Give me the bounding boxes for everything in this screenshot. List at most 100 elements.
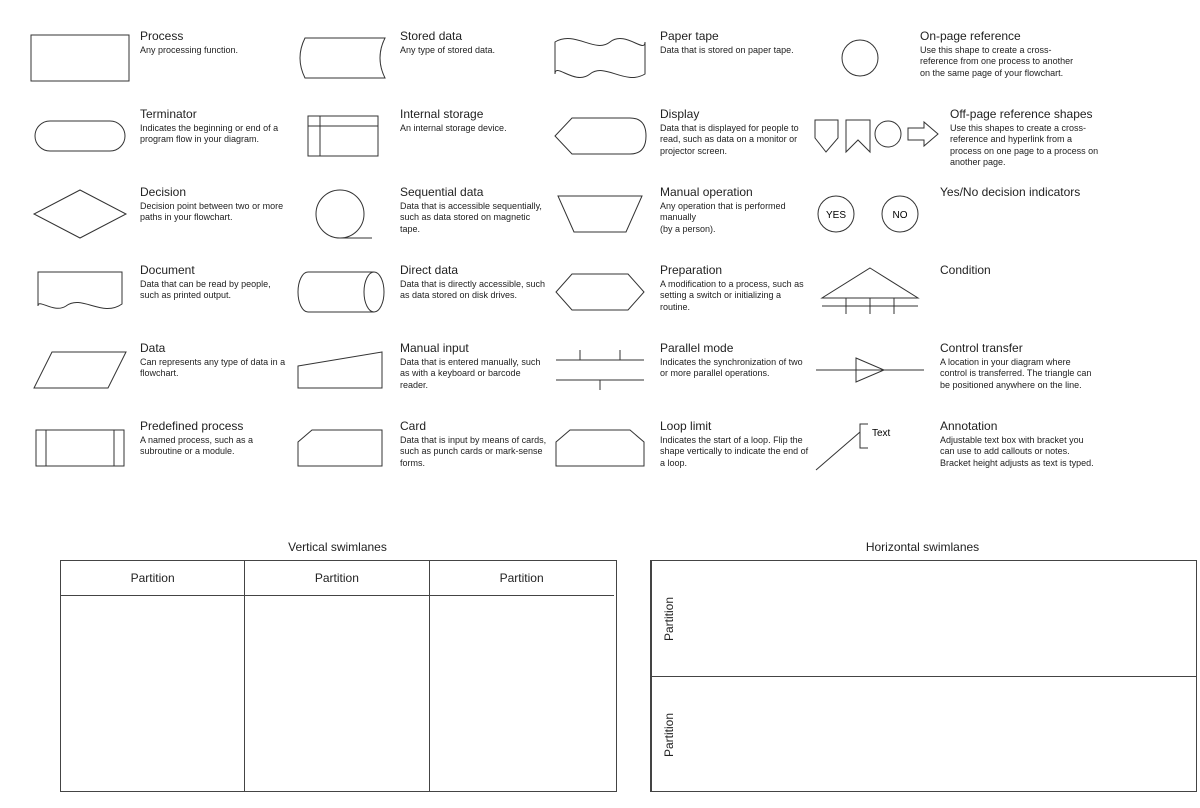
preparation-desc: A modification to a process, such as set…	[660, 279, 810, 313]
terminator-icon	[30, 106, 130, 166]
internal-storage-title: Internal storage	[400, 108, 507, 121]
yes-no-icon: YES NO	[810, 184, 930, 244]
manual-operation-desc: Any operation that is performed manually…	[660, 201, 810, 235]
vertical-swimlanes: Partition Partition Partition	[60, 560, 617, 792]
legend-loop-limit: Loop limit Indicates the start of a loop…	[550, 418, 810, 482]
loop-limit-icon	[550, 418, 650, 478]
yes-label: YES	[826, 210, 846, 221]
parallel-mode-title: Parallel mode	[660, 342, 810, 355]
legend-yes-no: YES NO Yes/No decision indicators	[810, 184, 1110, 248]
on-page-reference-title: On-page reference	[920, 30, 1075, 43]
direct-data-icon	[290, 262, 390, 322]
internal-storage-desc: An internal storage device.	[400, 123, 507, 134]
legend-decision: Decision Decision point between two or m…	[30, 184, 290, 248]
manual-input-desc: Data that is entered manually, such as w…	[400, 357, 550, 391]
sequential-data-title: Sequential data	[400, 186, 550, 199]
process-title: Process	[140, 30, 238, 43]
predefined-process-title: Predefined process	[140, 420, 290, 433]
legend-row: Data Can represents any type of data in …	[30, 340, 1170, 404]
paper-tape-icon	[550, 28, 650, 88]
legend-on-page-reference: On-page reference Use this shape to crea…	[810, 28, 1110, 92]
vertical-swimlanes-title: Vertical swimlanes	[60, 540, 615, 554]
legend-row: Decision Decision point between two or m…	[30, 184, 1170, 248]
condition-title: Condition	[940, 264, 991, 277]
legend-predefined-process: Predefined process A named process, such…	[30, 418, 290, 482]
legend-display: Display Data that is displayed for peopl…	[550, 106, 810, 170]
terminator-title: Terminator	[140, 108, 290, 121]
legend-off-page-reference: Off-page reference shapes Use this shape…	[810, 106, 1110, 170]
legend-row: Predefined process A named process, such…	[30, 418, 1170, 482]
legend-condition: Condition	[810, 262, 1110, 326]
annotation-icon: Text	[810, 418, 930, 478]
predefined-process-icon	[30, 418, 130, 478]
vertical-partition: Partition	[430, 561, 614, 791]
legend-paper-tape: Paper tape Data that is stored on paper …	[550, 28, 810, 92]
legend-data: Data Can represents any type of data in …	[30, 340, 290, 404]
control-transfer-desc: A location in your diagram where control…	[940, 357, 1095, 391]
horizontal-partition: Partition	[651, 677, 1196, 792]
legend-card: Card Data that is input by means of card…	[290, 418, 550, 482]
direct-data-title: Direct data	[400, 264, 550, 277]
manual-input-title: Manual input	[400, 342, 550, 355]
predefined-process-desc: A named process, such as a subroutine or…	[140, 435, 290, 458]
legend-annotation: Text Annotation Adjustable text box with…	[810, 418, 1110, 482]
stored-data-icon	[290, 28, 390, 88]
loop-limit-title: Loop limit	[660, 420, 810, 433]
partition-header: Partition	[245, 561, 428, 596]
condition-icon	[810, 262, 930, 322]
legend-row: Process Any processing function. Stored …	[30, 28, 1170, 92]
legend-manual-input: Manual input Data that is entered manual…	[290, 340, 550, 404]
paper-tape-desc: Data that is stored on paper tape.	[660, 45, 794, 56]
data-title: Data	[140, 342, 290, 355]
stored-data-desc: Any type of stored data.	[400, 45, 495, 56]
yes-no-title: Yes/No decision indicators	[940, 186, 1080, 199]
legend-internal-storage: Internal storage An internal storage dev…	[290, 106, 550, 170]
partition-header: Partition	[61, 561, 244, 596]
annotation-desc: Adjustable text box with bracket you can…	[940, 435, 1095, 469]
vertical-partition: Partition	[245, 561, 429, 791]
partition-header: Partition	[651, 561, 686, 676]
display-icon	[550, 106, 650, 166]
legend-row: Terminator Indicates the beginning or en…	[30, 106, 1170, 170]
decision-title: Decision	[140, 186, 290, 199]
direct-data-desc: Data that is directly accessible, such a…	[400, 279, 550, 302]
legend-document: Document Data that can be read by people…	[30, 262, 290, 326]
legend-process: Process Any processing function.	[30, 28, 290, 92]
decision-icon	[30, 184, 130, 244]
partition-header: Partition	[430, 561, 614, 596]
off-page-reference-desc: Use this shapes to create a cross-refere…	[950, 123, 1105, 168]
legend-manual-operation: Manual operation Any operation that is p…	[550, 184, 810, 248]
parallel-mode-desc: Indicates the synchronization of two or …	[660, 357, 810, 380]
terminator-desc: Indicates the beginning or end of a prog…	[140, 123, 290, 146]
legend-stored-data: Stored data Any type of stored data.	[290, 28, 550, 92]
legend-direct-data: Direct data Data that is directly access…	[290, 262, 550, 326]
manual-operation-icon	[550, 184, 650, 244]
loop-limit-desc: Indicates the start of a loop. Flip the …	[660, 435, 810, 469]
legend-row: Document Data that can be read by people…	[30, 262, 1170, 326]
display-desc: Data that is displayed for people to rea…	[660, 123, 810, 157]
horizontal-swimlanes-title: Horizontal swimlanes	[650, 540, 1195, 554]
annotation-label: Text	[872, 428, 891, 439]
process-icon	[30, 28, 130, 88]
legend-parallel-mode: Parallel mode Indicates the synchronizat…	[550, 340, 810, 404]
stored-data-title: Stored data	[400, 30, 495, 43]
preparation-icon	[550, 262, 650, 322]
control-transfer-title: Control transfer	[940, 342, 1095, 355]
vertical-partition: Partition	[61, 561, 245, 791]
legend-preparation: Preparation A modification to a process,…	[550, 262, 810, 326]
document-title: Document	[140, 264, 290, 277]
document-icon	[30, 262, 130, 322]
legend-control-transfer: Control transfer A location in your diag…	[810, 340, 1110, 404]
partition-header: Partition	[651, 677, 686, 792]
manual-operation-title: Manual operation	[660, 186, 810, 199]
card-icon	[290, 418, 390, 478]
legend-terminator: Terminator Indicates the beginning or en…	[30, 106, 290, 170]
legend-sequential-data: Sequential data Data that is accessible …	[290, 184, 550, 248]
card-title: Card	[400, 420, 550, 433]
horizontal-swimlanes: Partition Partition	[650, 560, 1197, 792]
manual-input-icon	[290, 340, 390, 400]
document-desc: Data that can be read by people, such as…	[140, 279, 290, 302]
no-label: NO	[893, 210, 908, 221]
display-title: Display	[660, 108, 810, 121]
data-desc: Can represents any type of data in a flo…	[140, 357, 290, 380]
